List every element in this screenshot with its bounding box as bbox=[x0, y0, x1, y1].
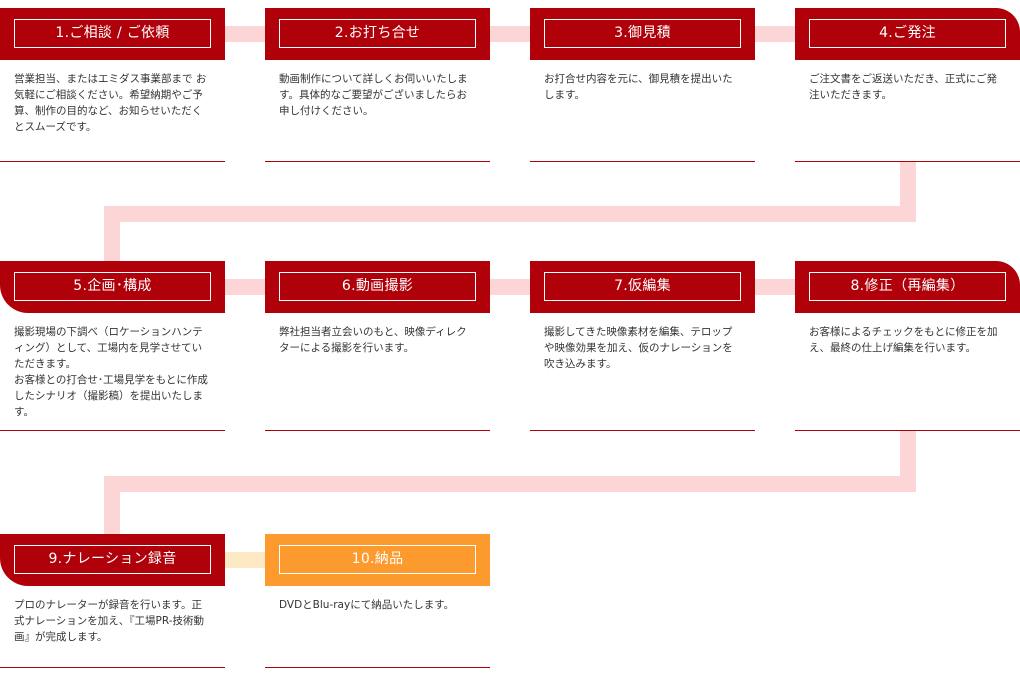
step-1-title: 1.ご相談 / ご依頼 bbox=[14, 19, 211, 48]
step-7-divider bbox=[530, 430, 755, 431]
step-6-description: 弊社担当者立会いのもと、映像ディレクターによる撮影を行います。 bbox=[279, 326, 467, 354]
connector-4-5-across bbox=[104, 206, 916, 222]
step-10-description: DVDとBlu-rayにて納品いたします。 bbox=[279, 599, 455, 611]
step-8-divider bbox=[795, 430, 1020, 431]
step-2: 2.お打ち合せ 動画制作について詳しくお伺いいたします。具体的なご要望がございま… bbox=[265, 8, 490, 162]
step-7: 7.仮編集 撮影してきた映像素材を編集、テロップや映像効果を加え、仮のナレーショ… bbox=[530, 261, 755, 431]
connector-6-7 bbox=[490, 279, 530, 295]
step-8-header: 8.修正（再編集） bbox=[795, 261, 1020, 313]
step-4-divider bbox=[795, 161, 1020, 162]
step-7-description: 撮影してきた映像素材を編集、テロップや映像効果を加え、仮のナレーションを吹き込み… bbox=[544, 326, 733, 370]
step-3-divider bbox=[530, 161, 755, 162]
step-3-description: お打合せ内容を元に、御見積を提出いたします。 bbox=[544, 73, 733, 101]
step-5-title: 5.企画･構成 bbox=[14, 272, 211, 301]
step-10-title: 10.納品 bbox=[279, 545, 476, 574]
step-6-title: 6.動画撮影 bbox=[279, 272, 476, 301]
step-9-header: 9.ナレーション録音 bbox=[0, 534, 225, 586]
step-2-divider bbox=[265, 161, 490, 162]
connector-9-10 bbox=[225, 552, 265, 568]
step-3: 3.御見積 お打合せ内容を元に、御見積を提出いたします。 bbox=[530, 8, 755, 162]
step-6-header: 6.動画撮影 bbox=[265, 261, 490, 313]
step-7-title: 7.仮編集 bbox=[544, 272, 741, 301]
step-2-header: 2.お打ち合せ bbox=[265, 8, 490, 60]
step-1: 1.ご相談 / ご依頼 営業担当、またはエミダス事業部まで お気軽にご相談くださ… bbox=[0, 8, 225, 162]
step-8-description: お客様によるチェックをもとに修正を加え、最終の仕上げ編集を行います。 bbox=[809, 326, 998, 354]
step-5-header: 5.企画･構成 bbox=[0, 261, 225, 313]
step-4: 4.ご発注 ご注文書をご返送いただき、正式にご発注いただきます。 bbox=[795, 8, 1020, 162]
step-10: 10.納品 DVDとBlu-rayにて納品いたします。 bbox=[265, 534, 490, 668]
step-6: 6.動画撮影 弊社担当者立会いのもと、映像ディレクターによる撮影を行います。 bbox=[265, 261, 490, 431]
step-9-title: 9.ナレーション録音 bbox=[14, 545, 211, 574]
step-9-description: プロのナレーターが録音を行います。正式ナレーションを加え、『工場PR-技術動画』… bbox=[14, 599, 205, 643]
connector-8-9-up bbox=[104, 476, 120, 534]
step-8-title: 8.修正（再編集） bbox=[809, 272, 1006, 301]
step-5-description: 撮影現場の下調べ（ロケーションハンティング）として、工場内を見学させていただきま… bbox=[14, 326, 208, 418]
connector-2-3 bbox=[490, 26, 530, 42]
step-4-title: 4.ご発注 bbox=[809, 19, 1006, 48]
connector-5-6 bbox=[225, 279, 265, 295]
step-2-title: 2.お打ち合せ bbox=[279, 19, 476, 48]
step-5: 5.企画･構成 撮影現場の下調べ（ロケーションハンティング）として、工場内を見学… bbox=[0, 261, 225, 431]
step-3-header: 3.御見積 bbox=[530, 8, 755, 60]
step-3-title: 3.御見積 bbox=[544, 19, 741, 48]
step-1-header: 1.ご相談 / ご依頼 bbox=[0, 8, 225, 60]
step-4-description: ご注文書をご返送いただき、正式にご発注いただきます。 bbox=[809, 73, 998, 101]
step-10-divider bbox=[265, 667, 490, 668]
connector-8-9-across bbox=[104, 476, 916, 492]
step-9: 9.ナレーション録音 プロのナレーターが録音を行います。正式ナレーションを加え、… bbox=[0, 534, 225, 668]
connector-3-4 bbox=[755, 26, 795, 42]
connector-4-5-up bbox=[104, 206, 120, 262]
step-7-header: 7.仮編集 bbox=[530, 261, 755, 313]
connector-1-2 bbox=[225, 26, 265, 42]
step-6-divider bbox=[265, 430, 490, 431]
step-1-divider bbox=[0, 161, 225, 162]
step-9-divider bbox=[0, 667, 225, 668]
step-10-header: 10.納品 bbox=[265, 534, 490, 586]
step-5-divider bbox=[0, 430, 225, 431]
step-4-header: 4.ご発注 bbox=[795, 8, 1020, 60]
step-2-description: 動画制作について詳しくお伺いいたします。具体的なご要望がございましたらお申し付け… bbox=[279, 73, 468, 117]
connector-7-8 bbox=[755, 279, 795, 295]
step-8: 8.修正（再編集） お客様によるチェックをもとに修正を加え、最終の仕上げ編集を行… bbox=[795, 261, 1020, 431]
step-1-description: 営業担当、またはエミダス事業部まで お気軽にご相談ください。希望納期やご予算、制… bbox=[14, 73, 207, 133]
